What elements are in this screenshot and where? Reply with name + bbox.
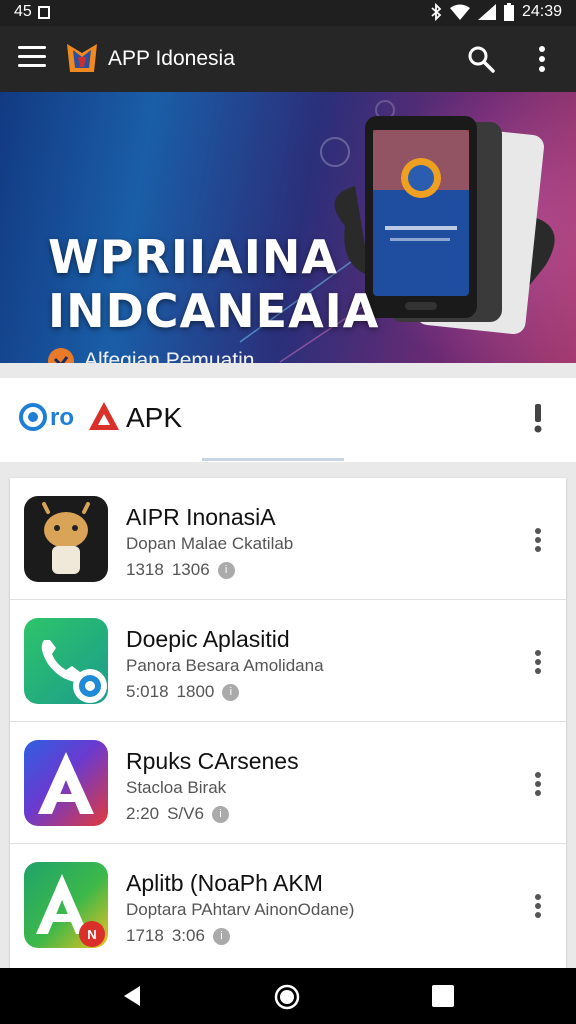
recents-icon[interactable] [432,985,454,1007]
more-vert-icon[interactable] [530,526,546,554]
battery-icon [503,3,514,21]
app-list-item[interactable]: N Aplitb (NoaPh AKM Doptara PAhtarv Aino… [10,844,566,966]
info-icon: i [212,927,230,945]
menu-icon[interactable] [18,46,46,70]
more-vert-icon[interactable] [530,648,546,676]
wifi-icon [449,4,470,20]
promo-banner[interactable]: WPRIIAINA INDCANEAIA Alfegian Pemuatin [0,92,576,363]
more-vert-icon[interactable] [532,44,552,74]
back-icon[interactable] [120,984,144,1008]
app-stat-2: 1800 [176,682,215,701]
banner-headline-line2: INDCANEAIA [48,284,380,338]
banner-subtitle: Alfegian Pemuatin [48,348,254,363]
banner-subtitle-text: Alfegian Pemuatin [84,349,255,363]
app-list-item[interactable]: Rpuks CArsenes Stacloa Birak 2:20 S/V6 i [10,722,566,844]
tab-bar: ro APK [0,378,576,462]
info-icon: i [222,683,240,701]
app-stat-2: S/V6 [167,804,204,823]
app-stat-2: 1306 [171,560,210,579]
home-icon[interactable] [274,984,300,1010]
app-stats: 2:20 S/V6 i [126,804,229,824]
app-desc: Dopan Malae Ckatilab [126,534,294,553]
info-icon: i [217,561,235,579]
letter-a-badge-icon: N [24,862,108,948]
app-list-item[interactable]: AIPR InonasiA Dopan Malae Ckatilab 1318 … [10,478,566,600]
search-icon[interactable] [466,44,496,74]
more-vert-icon[interactable] [530,892,546,920]
app-stat-1: 1318 [126,560,164,579]
app-name: Doepic Aplasitid [126,626,290,652]
app-name: AIPR InonasiA [126,504,276,530]
app-logo-icon [67,44,97,72]
check-icon [48,348,74,363]
app-name: Rpuks CArsenes [126,748,299,774]
app-desc: Stacloa Birak [126,778,227,797]
android-mascot-icon [24,496,108,582]
more-vert-icon[interactable] [530,402,546,434]
tab-apk-label[interactable]: APK [126,402,182,434]
app-stats: 1318 1306 i [126,560,235,580]
phone-call-icon [24,618,108,704]
app-stat-2: 3:06 [171,926,205,945]
o-icon[interactable] [18,402,48,432]
signal-icon [477,4,496,20]
status-time: 24:39 [521,3,562,20]
app-name: Aplitb (NoaPh AKM [126,870,323,896]
a-triangle-icon[interactable] [88,400,120,432]
app-stat-1: 2:20 [126,804,160,823]
banner-headline-line1: WPRIIAINA [48,230,338,284]
letter-a-icon [24,740,108,826]
bluetooth-icon [431,3,442,21]
sim-card-icon [37,5,50,19]
app-stats: 1718 3:06 i [126,926,230,946]
status-left-text: 45 [14,3,32,20]
app-bar: APP Idonesia [0,26,576,92]
app-title: APP Idonesia [108,47,235,70]
app-list: AIPR InonasiA Dopan Malae Ckatilab 1318 … [10,478,566,968]
app-desc: Panora Besara Amolidana [126,656,324,675]
app-desc: Doptara PAhtarv AinonOdane) [126,900,355,919]
app-list-item[interactable]: Doepic Aplasitid Panora Besara Amolidana… [10,600,566,722]
system-nav-bar [0,968,576,1024]
app-stat-1: 5:018 [126,682,169,701]
svg-text:N: N [87,927,96,942]
tab-ro-label[interactable]: ro [50,404,74,432]
app-stat-1: 1718 [126,926,164,945]
app-stats: 5:018 1800 i [126,682,240,702]
info-icon: i [211,805,229,823]
tab-indicator [202,458,344,461]
status-bar: 45 24:39 [0,0,576,26]
more-vert-icon[interactable] [530,770,546,798]
